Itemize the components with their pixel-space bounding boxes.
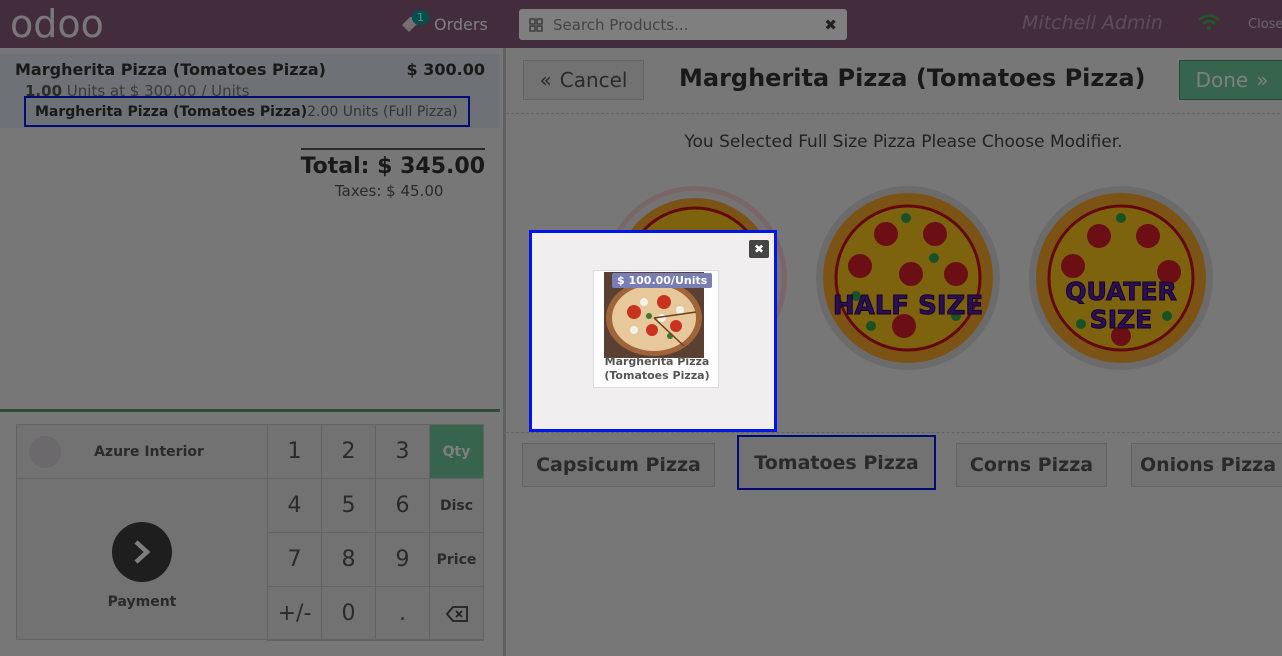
product-popup: ✖ $ 100.00/Units Margherita Pizza (Tomat… bbox=[529, 230, 777, 432]
price-badge: $ 100.00/Units bbox=[612, 273, 713, 288]
product-card[interactable]: $ 100.00/Units Margherita Pizza (Tomatoe… bbox=[593, 270, 719, 388]
close-icon[interactable]: ✖ bbox=[749, 240, 769, 258]
product-name: Margherita Pizza (Tomatoes Pizza) bbox=[594, 355, 720, 383]
product-name-line-2: (Tomatoes Pizza) bbox=[604, 369, 710, 382]
product-name-line-1: Margherita Pizza bbox=[604, 355, 710, 368]
